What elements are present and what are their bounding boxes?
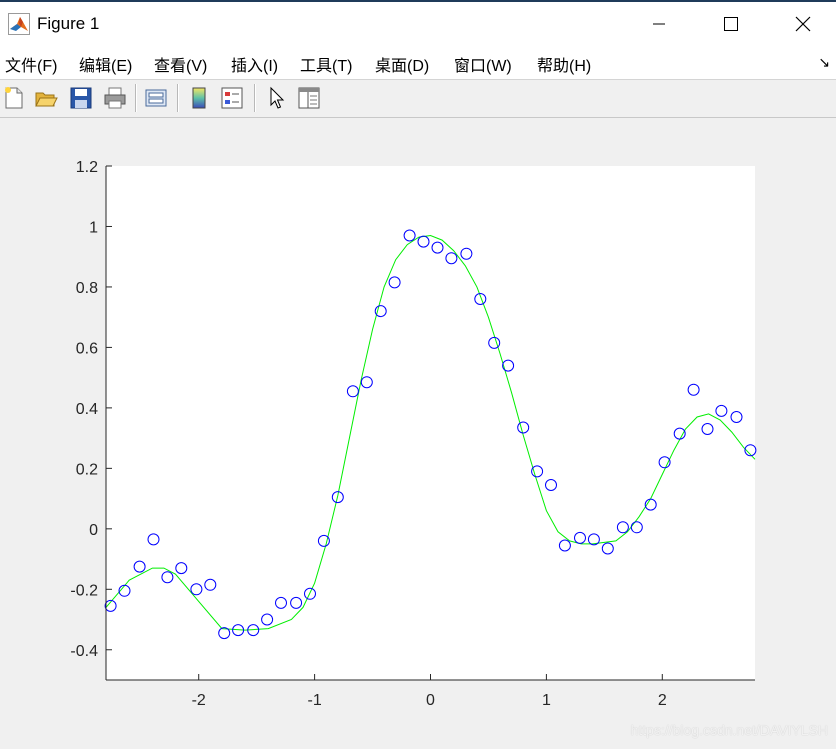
open-file-icon: [35, 92, 58, 107]
minimize-icon: [653, 23, 665, 25]
y-tick-label: 0.8: [76, 280, 98, 297]
save-button[interactable]: [68, 85, 94, 111]
y-tick-label: 0: [89, 522, 98, 539]
insert-colorbar-button[interactable]: [186, 85, 212, 111]
x-tick-label: 1: [542, 692, 551, 709]
x-tick-label: -2: [192, 692, 206, 709]
menu-edit[interactable]: 编辑(E): [79, 52, 132, 76]
print-icon: [104, 87, 126, 109]
toolbar-separator: [177, 84, 179, 112]
maximize-button[interactable]: [708, 4, 754, 44]
link-plot-button[interactable]: [143, 85, 169, 111]
menu-desktop[interactable]: 桌面(D): [375, 52, 429, 76]
insert-legend-icon: [221, 87, 243, 109]
menu-help[interactable]: 帮助(H): [537, 52, 591, 76]
toolbar: [0, 80, 836, 118]
menu-bar: 文件(F) 编辑(E) 查看(V) 插入(I) 工具(T) 桌面(D) 窗口(W…: [0, 46, 836, 80]
toolbar-separator: [254, 84, 256, 112]
watermark: https://blog.csdn.net/DAVIYLSH: [630, 722, 828, 738]
link-plot-icon: [145, 89, 167, 107]
insert-legend-button[interactable]: [219, 85, 245, 111]
y-tick-label: 1: [89, 219, 98, 236]
new-figure-button[interactable]: [1, 85, 27, 111]
window-title: Figure 1: [37, 14, 100, 33]
save-icon: [70, 87, 92, 109]
dock-arrow-icon[interactable]: ↘: [818, 54, 830, 71]
x-tick-label: -1: [307, 692, 321, 709]
y-tick-label: 0.6: [76, 340, 98, 357]
minimize-button[interactable]: [636, 4, 682, 44]
axes-background: [106, 166, 755, 680]
menu-file[interactable]: 文件(F): [5, 52, 57, 76]
property-inspector-button[interactable]: [296, 85, 322, 111]
x-tick-label: 2: [658, 692, 667, 709]
title-bar: Figure 1: [0, 0, 836, 46]
y-tick-label: -0.2: [70, 582, 98, 599]
y-tick-label: -0.4: [70, 643, 98, 660]
property-inspector-icon: [298, 87, 320, 109]
new-figure-icon: [5, 87, 23, 109]
menu-view[interactable]: 查看(V): [154, 52, 207, 76]
print-button[interactable]: [102, 85, 128, 111]
menu-tools[interactable]: 工具(T): [300, 52, 352, 76]
toolbar-separator: [135, 84, 137, 112]
insert-colorbar-icon: [192, 87, 206, 109]
edit-plot-button[interactable]: [263, 85, 289, 111]
edit-plot-icon: [270, 86, 285, 109]
chart: -0.4 -0.2 0 0.2 0.4 0.6 0.8 1 1.2 -2 -1 0 1 2: [70, 159, 757, 709]
y-tick-label: 1.2: [76, 159, 98, 176]
x-tick-label: 0: [426, 692, 435, 709]
menu-insert[interactable]: 插入(I): [231, 52, 278, 76]
y-tick-label: 0.4: [76, 401, 98, 418]
y-tick-label: 0.2: [76, 461, 98, 478]
menu-window[interactable]: 窗口(W): [454, 52, 512, 76]
close-icon: [795, 16, 811, 32]
close-button[interactable]: [780, 4, 826, 44]
figure-canvas: -0.4 -0.2 0 0.2 0.4 0.6 0.8 1 1.2 -2 -1 0 1 2 https:/…: [0, 118, 836, 744]
matlab-icon: [8, 13, 30, 35]
maximize-icon: [724, 17, 738, 31]
open-file-button[interactable]: [33, 85, 59, 111]
